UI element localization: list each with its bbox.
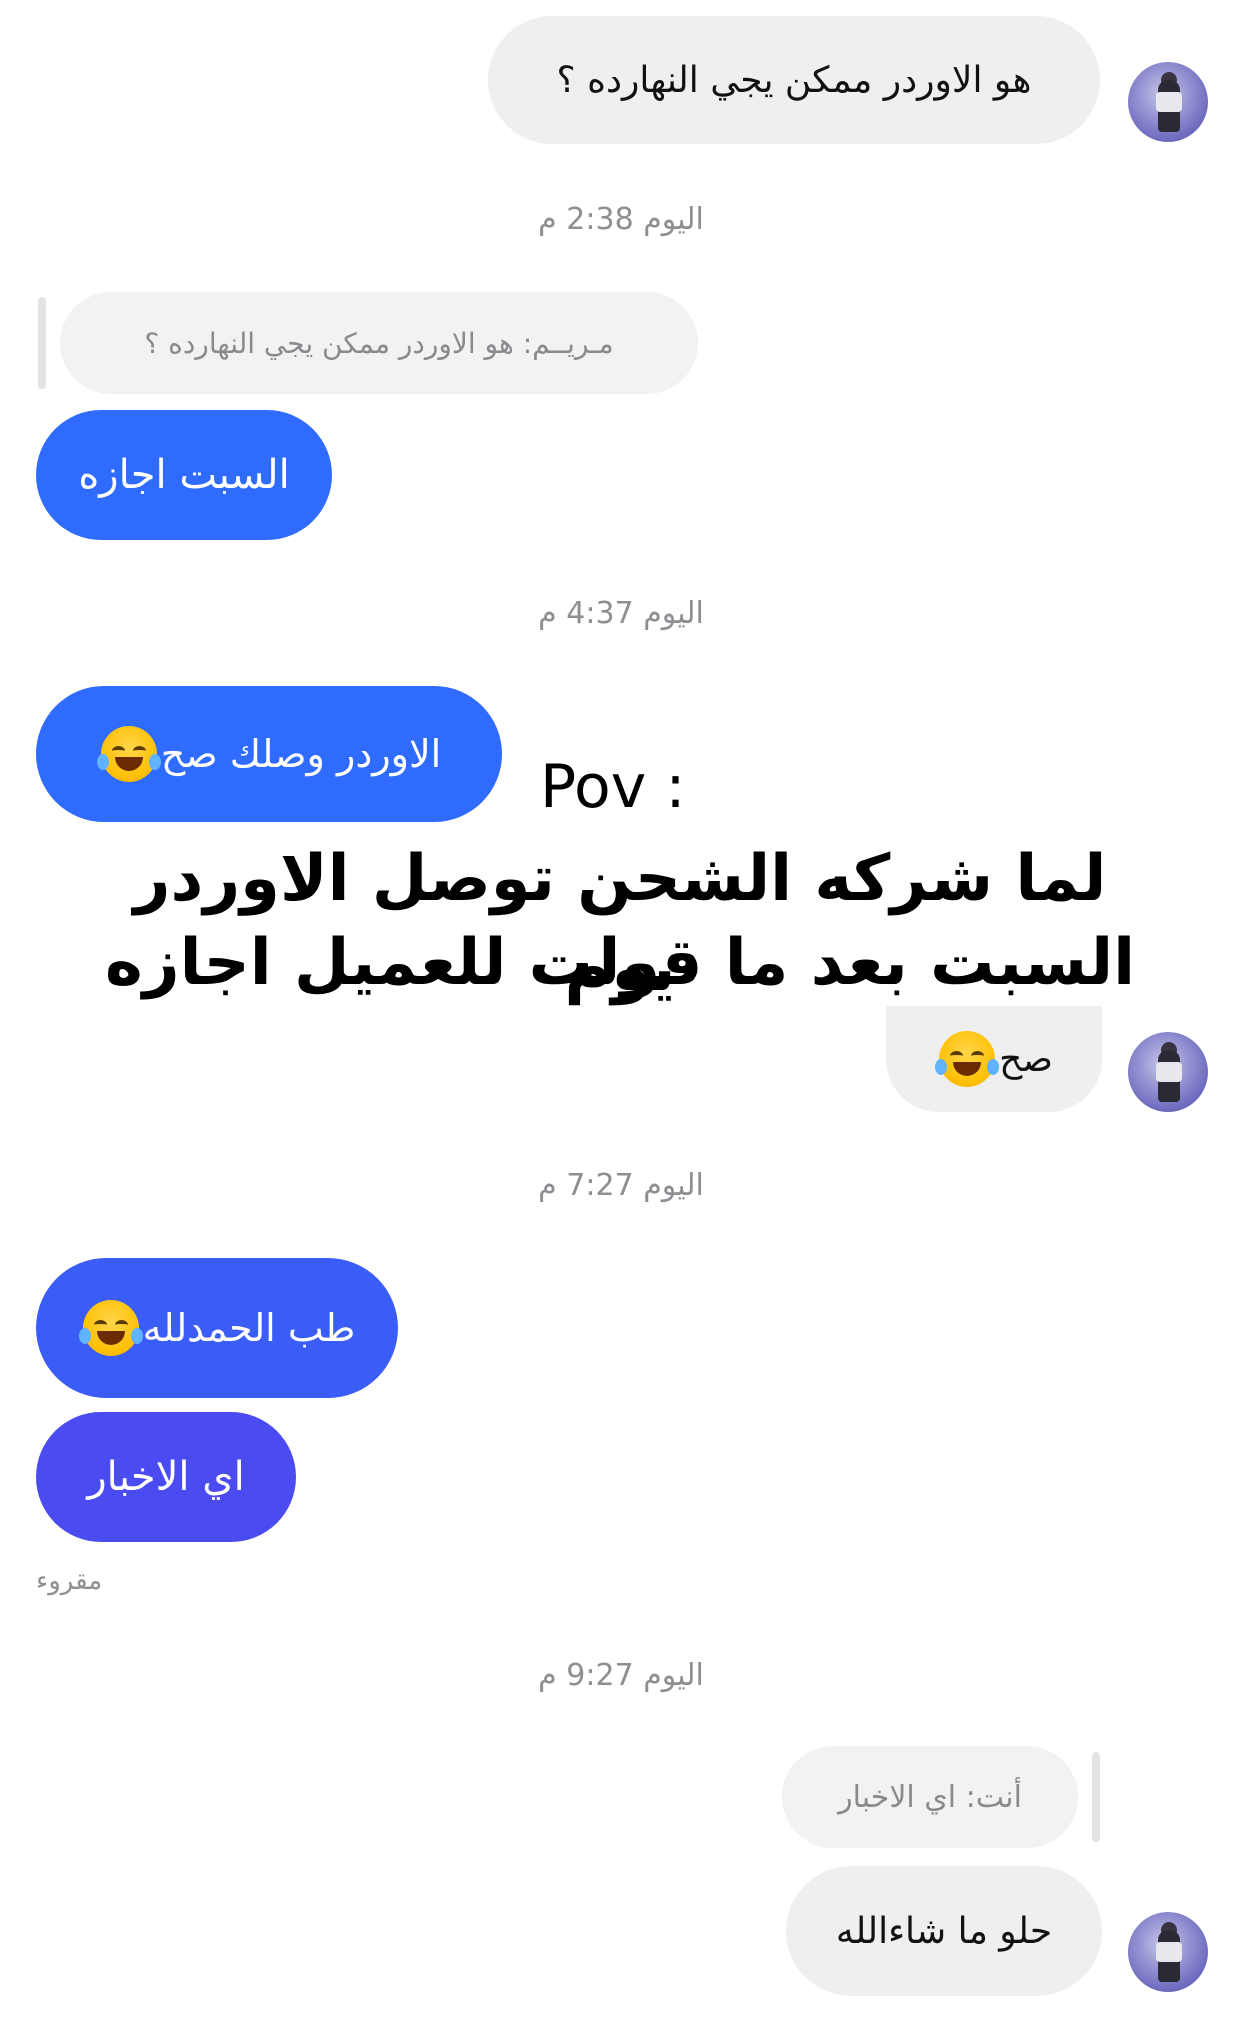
face-with-tears-of-joy-icon [935,1031,1000,1087]
pov-label: Pov : [540,752,686,822]
contact-avatar-icon[interactable] [1128,62,1208,142]
reply-quote-bar [38,297,46,389]
reply-quote[interactable]: مـريــم: هو الاوردر ممكن يجي النهارده ؟ [60,292,698,394]
contact-avatar-icon[interactable] [1128,1912,1208,1992]
face-with-tears-of-joy-icon [96,726,161,782]
message-text: صح [999,1038,1053,1080]
timestamp: اليوم 2:38 م [538,202,704,237]
timestamp: اليوم 4:37 م [538,596,704,631]
message-text: حلو ما شاءالله [835,1910,1053,1952]
read-receipt: مقروء [36,1566,103,1596]
face-with-tears-of-joy-icon [78,1300,143,1356]
timestamp: اليوم 7:27 م [538,1168,704,1203]
message-text: اي الاخبار [87,1454,245,1500]
message-text: السبت اجازه [78,452,290,498]
caption-line-2: السبت بعد ما قولت للعميل اجازه [104,926,1136,1000]
incoming-message[interactable]: هو الاوردر ممكن يجي النهارده ؟ [488,16,1100,144]
contact-avatar-icon[interactable] [1128,1032,1208,1112]
message-text: الاوردر وصلك صح [160,732,442,776]
outgoing-message[interactable]: اي الاخبار [36,1412,296,1542]
timestamp: اليوم 9:27 م [538,1658,704,1693]
message-text: هو الاوردر ممكن يجي النهارده ؟ [556,59,1032,101]
reply-quote-text: أنت: اي الاخبار [838,1779,1022,1815]
outgoing-message[interactable]: طب الحمدلله [36,1258,398,1398]
reply-quote-text: مـريــم: هو الاوردر ممكن يجي النهارده ؟ [144,326,614,360]
outgoing-message[interactable]: السبت اجازه [36,410,332,540]
outgoing-message[interactable]: الاوردر وصلك صح [36,686,502,822]
incoming-message[interactable]: صح [886,1006,1102,1112]
incoming-message[interactable]: حلو ما شاءالله [786,1866,1102,1996]
message-text: طب الحمدلله [142,1306,356,1350]
reply-quote[interactable]: أنت: اي الاخبار [782,1746,1078,1848]
reply-quote-bar [1092,1752,1100,1842]
